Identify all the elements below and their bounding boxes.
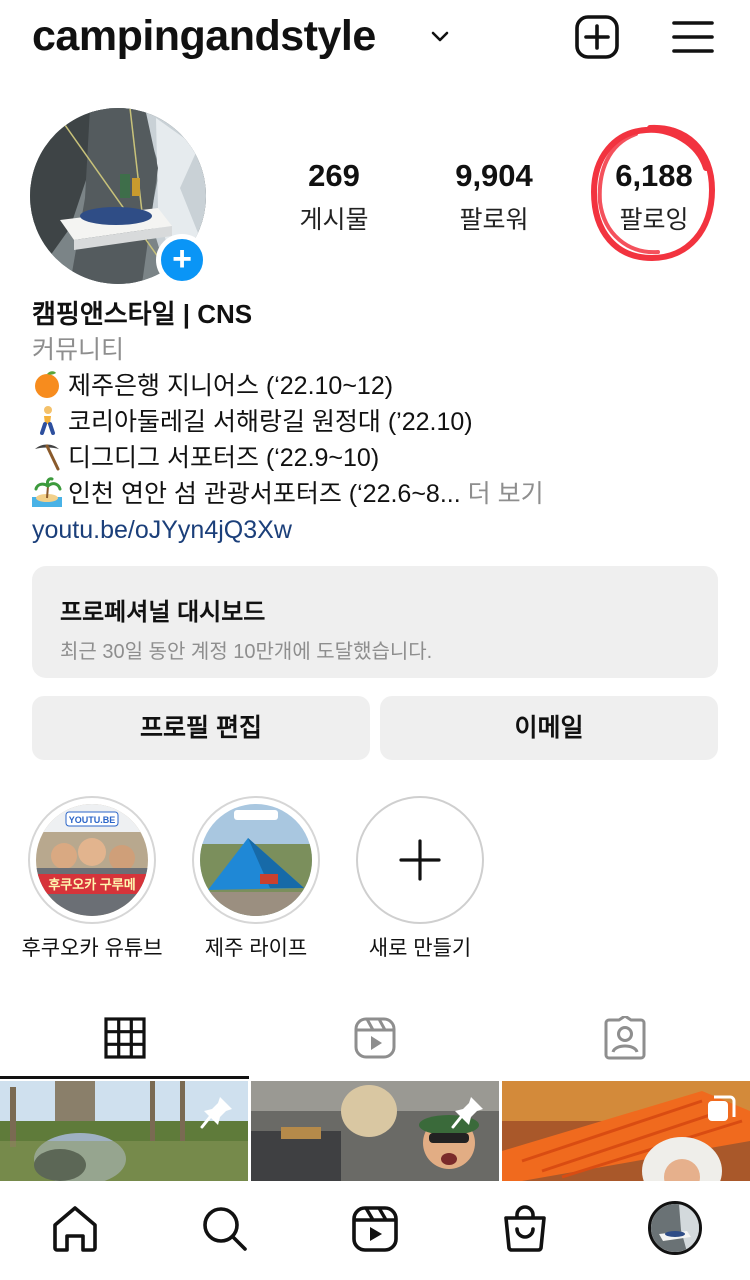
new-post-icon[interactable] (574, 14, 620, 60)
category-label: 커뮤니티 (32, 336, 125, 364)
bio-text: 인천 연안 섬 관광서포터즈 (‘22.6~8... (68, 480, 461, 508)
edit-profile-button[interactable]: 프로필 편집 (32, 696, 370, 760)
posts-number: 269 (308, 158, 360, 193)
add-story-button[interactable]: + (156, 234, 208, 286)
bio-line: 코리아둘레길 서해랑길 원정대 (’22.10) (32, 404, 722, 440)
highlight-label: 제주 라이프 (204, 937, 308, 960)
bio-text: 디그디그 서포터즈 (‘22.9~10) (68, 444, 380, 472)
highlight-badge-text: YOUTU.BE (69, 815, 116, 825)
active-tab-indicator (0, 1076, 249, 1079)
bio-line: 디그디그 서포터즈 (‘22.9~10) (32, 440, 722, 476)
reels-icon[interactable] (349, 1203, 401, 1255)
profile-avatar-tab[interactable] (648, 1201, 702, 1255)
tab-tagged[interactable] (500, 1006, 750, 1080)
username-switcher[interactable]: campingandstyle (32, 12, 376, 61)
story-highlight[interactable]: YOUTU.BE 후쿠오카 구루메 후쿠오카 유튜브 (17, 796, 167, 962)
highlight-label: 후쿠오카 유튜브 (21, 937, 163, 960)
story-highlight[interactable]: 제주 라이프 (181, 796, 331, 962)
shop-icon[interactable] (499, 1203, 551, 1255)
bio-text: 코리아둘레길 서해랑길 원정대 (’22.10) (68, 408, 473, 436)
bottom-navigation (0, 1181, 750, 1280)
posts-count: 269 게시물 (259, 158, 409, 236)
multiple-photos-icon (708, 1095, 736, 1121)
grid-icon (104, 1017, 146, 1059)
new-highlight-ring (356, 796, 484, 924)
highlight-ring: YOUTU.BE 후쿠오카 구루메 (28, 796, 156, 924)
following-count[interactable]: 6,188 팔로잉 (579, 158, 729, 236)
pickaxe-icon (35, 444, 60, 471)
following-number: 6,188 (615, 158, 693, 193)
grid-post[interactable] (502, 1081, 750, 1181)
tagged-icon (604, 1016, 646, 1060)
highlight-cover (200, 804, 312, 916)
website-link[interactable]: youtu.be/oJYyn4jQ3Xw (32, 512, 722, 548)
grid-post[interactable] (251, 1081, 499, 1181)
plus-icon (399, 839, 441, 881)
reels-icon (354, 1017, 396, 1059)
avatar-image (651, 1204, 699, 1252)
profile-avatar[interactable]: + (30, 108, 208, 286)
chevron-down-icon[interactable] (428, 24, 452, 48)
see-more-link[interactable]: 더 보기 (468, 480, 544, 508)
tab-reels[interactable] (250, 1006, 500, 1080)
tab-posts-grid[interactable] (0, 1006, 250, 1080)
post-grid (0, 1081, 750, 1181)
profile-tabs (0, 1006, 750, 1080)
search-icon[interactable] (199, 1203, 251, 1255)
top-bar: campingandstyle (0, 0, 750, 80)
profile-bio: 캠핑앤스타일 | CNS 커뮤니티 제주은행 지니어스 (‘22.10~12) … (32, 296, 722, 548)
new-highlight-button[interactable]: 새로 만들기 (345, 796, 495, 962)
dashboard-subtitle: 최근 30일 동안 계정 10만개에 도달했습니다. (60, 641, 433, 663)
display-name: 캠핑앤스타일 | CNS (32, 299, 253, 329)
orange-icon (35, 371, 59, 398)
bio-line: 제주은행 지니어스 (‘22.10~12) (32, 368, 722, 404)
home-icon[interactable] (49, 1203, 101, 1255)
dashboard-title: 프로페셔널 대시보드 (60, 599, 266, 626)
island-icon (32, 477, 62, 507)
bio-line: 인천 연안 섬 관광서포터즈 (‘22.6~8... 더 보기 (32, 476, 722, 512)
bio-text: 제주은행 지니어스 (‘22.10~12) (68, 372, 394, 400)
pin-icon (200, 1097, 232, 1129)
highlight-ring (192, 796, 320, 924)
followers-label: 팔로워 (459, 206, 529, 234)
highlight-label: 새로 만들기 (368, 937, 472, 960)
email-button[interactable]: 이메일 (380, 696, 718, 760)
pin-icon (451, 1097, 483, 1129)
professional-dashboard[interactable]: 프로페셔널 대시보드 최근 30일 동안 계정 10만개에 도달했습니다. (32, 566, 718, 678)
followers-count[interactable]: 9,904 팔로워 (419, 158, 569, 236)
grid-post[interactable] (0, 1081, 248, 1181)
walking-person-icon (40, 406, 55, 435)
posts-label: 게시물 (299, 206, 369, 234)
following-label: 팔로잉 (619, 206, 689, 234)
highlight-cover: YOUTU.BE 후쿠오카 구루메 (36, 804, 148, 916)
followers-number: 9,904 (455, 158, 533, 193)
highlight-overlay-text: 후쿠오카 구루메 (48, 877, 135, 892)
menu-icon[interactable] (670, 14, 716, 60)
